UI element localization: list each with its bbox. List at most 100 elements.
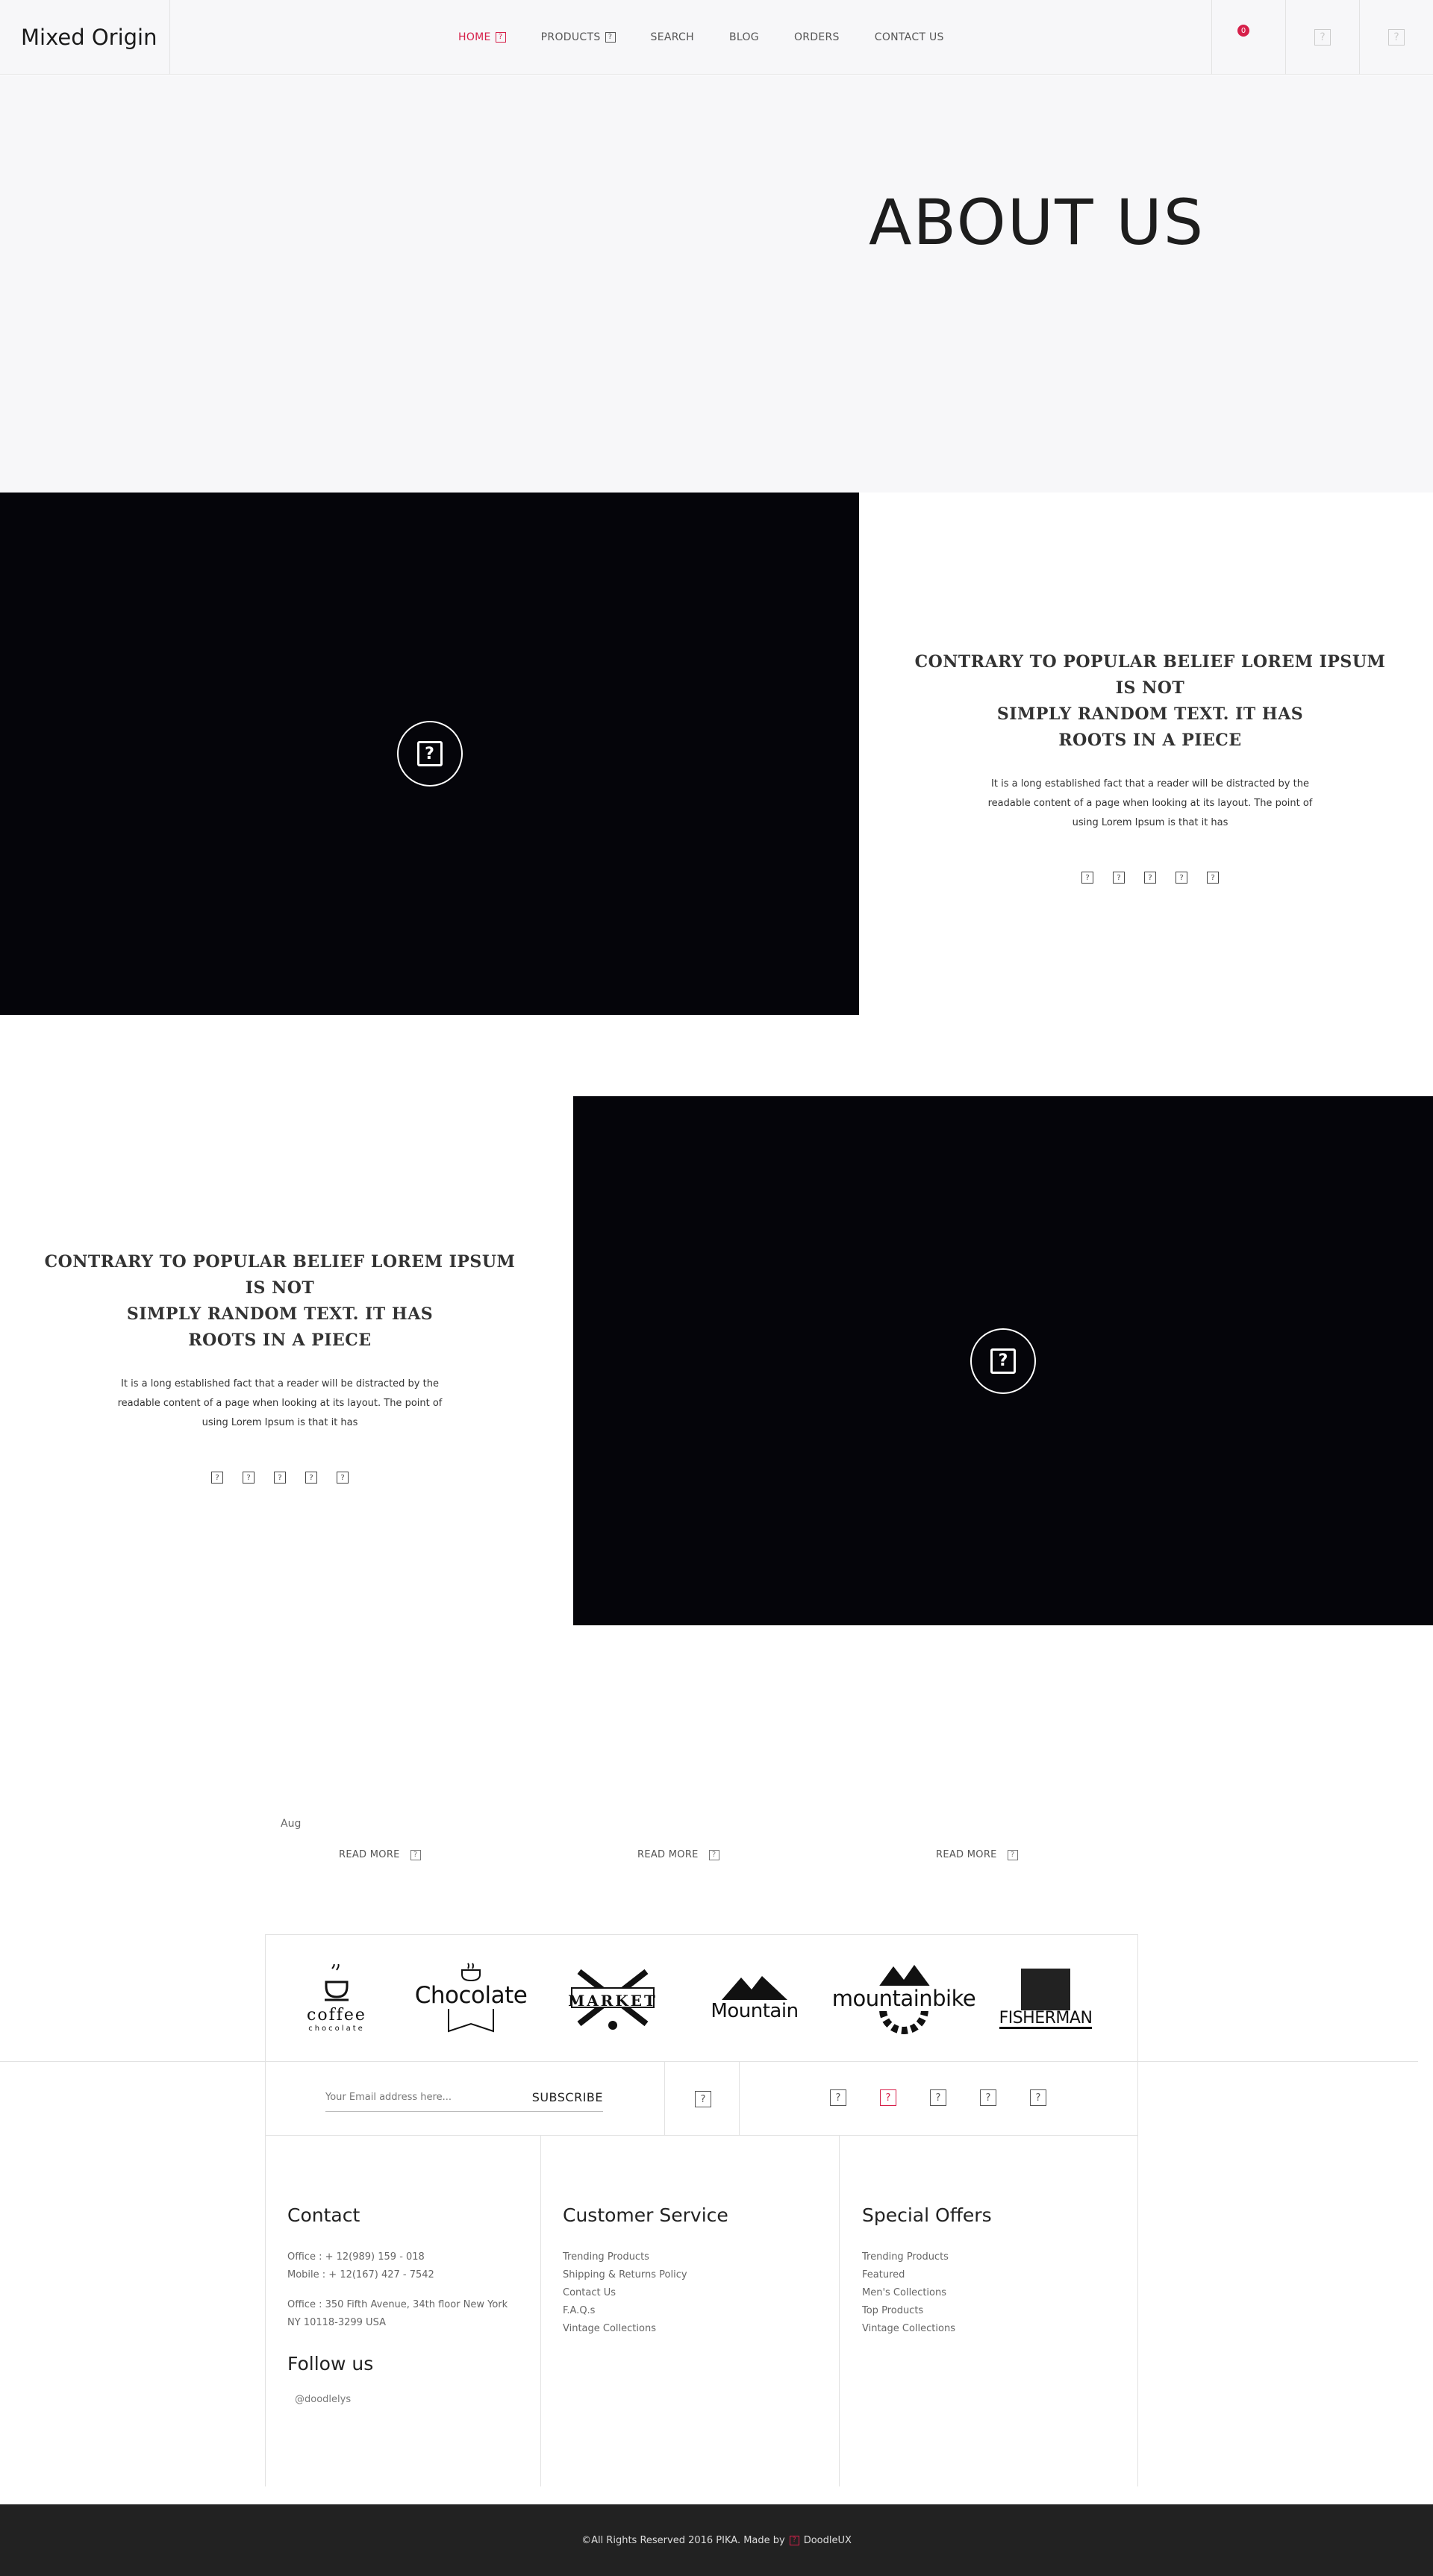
twitter-icon[interactable]: ? bbox=[1113, 872, 1125, 884]
mobile-phone: Mobile : + 12(167) 427 - 7542 bbox=[287, 2269, 434, 2280]
mail-icon[interactable]: ? bbox=[695, 2091, 711, 2107]
brand-logos: coffee chocolate Chocolate MARKET Mounta… bbox=[265, 1934, 1138, 2061]
footer-link[interactable]: Top Products bbox=[862, 2302, 992, 2320]
divider bbox=[664, 2061, 665, 2136]
coffee-cup-icon bbox=[325, 1964, 349, 2001]
mountain-peaks-icon bbox=[722, 1976, 787, 2000]
play-icon: ? bbox=[416, 741, 443, 766]
feature-heading-line: CONTRARY TO POPULAR BELIEF LOREM IPSUM I… bbox=[914, 652, 1386, 698]
facebook-icon[interactable]: ? bbox=[211, 1472, 223, 1484]
footer-link[interactable]: Men's Collections bbox=[862, 2284, 992, 2302]
read-more-label: READ MORE bbox=[637, 1849, 699, 1860]
newsletter-icon-wrap: ? bbox=[695, 2091, 711, 2107]
google-plus-icon[interactable]: ? bbox=[1207, 872, 1219, 884]
facebook-icon[interactable]: ? bbox=[1081, 872, 1093, 884]
heart-icon: ? bbox=[789, 2535, 799, 2545]
read-more-link[interactable]: READ MORE? bbox=[339, 1849, 421, 1860]
pinterest-icon[interactable]: ? bbox=[305, 1472, 317, 1484]
nav-search[interactable]: SEARCH bbox=[651, 31, 694, 43]
site-logo[interactable]: Mixed Origin bbox=[0, 0, 170, 75]
site-header: Mixed Origin HOME? PRODUCTS? SEARCH BLOG… bbox=[0, 0, 1433, 75]
nav-blog[interactable]: BLOG bbox=[729, 31, 759, 43]
products-dropdown-icon: ? bbox=[605, 32, 616, 43]
nav-products-label: PRODUCTS bbox=[540, 31, 601, 43]
cart-count-badge: 0 bbox=[1237, 25, 1249, 37]
email-input[interactable] bbox=[325, 2092, 505, 2103]
divider bbox=[739, 2061, 740, 2136]
footer-customer-service: Customer Service Trending Products Shipp… bbox=[563, 2204, 728, 2338]
page-title: ABOUT US bbox=[869, 186, 1205, 259]
author-link[interactable]: DoodleUX bbox=[804, 2535, 852, 2546]
arrow-right-icon: ? bbox=[708, 1849, 719, 1860]
footer-link[interactable]: Featured bbox=[862, 2266, 992, 2284]
twitter-icon[interactable]: ? bbox=[243, 1472, 255, 1484]
user-button[interactable]: ? bbox=[1285, 0, 1359, 75]
fisherman-emblem-icon bbox=[1021, 1968, 1070, 2015]
dribbble-icon[interactable]: ? bbox=[880, 2089, 896, 2106]
brand-logo-fisherman[interactable]: FISHERMAN bbox=[990, 1935, 1102, 2061]
brand-logo-chocolate[interactable]: Chocolate bbox=[408, 1935, 534, 2061]
brand-logo-mountainbike[interactable]: mountainbike bbox=[828, 1935, 979, 2061]
nav-products[interactable]: PRODUCTS? bbox=[541, 31, 616, 43]
facebook-icon[interactable]: ? bbox=[830, 2089, 846, 2106]
footer-link[interactable]: Trending Products bbox=[862, 2248, 992, 2266]
address-line: NY 10118-3299 USA bbox=[287, 2317, 386, 2328]
feature-heading-line: SIMPLY RANDOM TEXT. IT HAS bbox=[996, 704, 1304, 724]
feature-heading-line: ROOTS IN A PIECE bbox=[188, 1331, 372, 1350]
brand-logo-mountain[interactable]: Mountain bbox=[691, 1935, 818, 2061]
play-button[interactable]: ? bbox=[970, 1328, 1036, 1394]
google-plus-icon[interactable]: ? bbox=[1030, 2089, 1046, 2106]
social-links: ? ? ? ? ? bbox=[904, 872, 1396, 884]
nav-home[interactable]: HOME? bbox=[458, 31, 506, 43]
nav-home-label: HOME bbox=[458, 31, 491, 43]
menu-icon: ? bbox=[1388, 29, 1405, 46]
nav-contact[interactable]: CONTACT US bbox=[875, 31, 944, 43]
main-nav: HOME? PRODUCTS? SEARCH BLOG ORDERS CONTA… bbox=[458, 0, 979, 75]
home-dropdown-icon: ? bbox=[495, 32, 506, 43]
footer-link[interactable]: Contact Us bbox=[563, 2284, 728, 2302]
brand-name: FISHERMAN bbox=[999, 2008, 1093, 2029]
read-more-link[interactable]: READ MORE? bbox=[637, 1849, 719, 1860]
copyright-text: ©All Rights Reserved 2016 PIKA. Made by bbox=[581, 2534, 785, 2546]
feature-heading-line: CONTRARY TO POPULAR BELIEF LOREM IPSUM I… bbox=[44, 1252, 516, 1298]
feature-heading-line: ROOTS IN A PIECE bbox=[1058, 731, 1242, 750]
subscribe-button[interactable]: SUBSCRIBE bbox=[532, 2090, 603, 2104]
footer-contact: Contact Office : + 12(989) 159 - 018 Mob… bbox=[287, 2204, 508, 2405]
twitter-icon[interactable]: ? bbox=[930, 2089, 946, 2106]
pinterest-icon[interactable]: ? bbox=[1176, 872, 1187, 884]
brand-subname: chocolate bbox=[308, 2025, 365, 2033]
footer-heading: Special Offers bbox=[862, 2204, 992, 2226]
feature-heading-line: SIMPLY RANDOM TEXT. IT HAS bbox=[126, 1304, 434, 1324]
brand-logo-market[interactable]: MARKET bbox=[549, 1935, 676, 2061]
brand-name: MARKET bbox=[568, 1992, 658, 2010]
brand-name: coffee bbox=[307, 2006, 366, 2025]
cart-button[interactable]: 0 bbox=[1211, 0, 1285, 75]
instagram-icon[interactable]: ? bbox=[1144, 872, 1156, 884]
cup-icon bbox=[461, 1963, 481, 1982]
footer-link[interactable]: Trending Products bbox=[563, 2248, 728, 2266]
ribbon-icon bbox=[448, 2009, 494, 2033]
play-button[interactable]: ? bbox=[396, 721, 463, 787]
newsletter-form: SUBSCRIBE bbox=[325, 2083, 603, 2112]
menu-button[interactable]: ? bbox=[1359, 0, 1433, 75]
read-more-label: READ MORE bbox=[339, 1849, 400, 1860]
footer-link[interactable]: Shipping & Returns Policy bbox=[563, 2266, 728, 2284]
instagram-icon[interactable]: ? bbox=[980, 2089, 996, 2106]
divider bbox=[540, 2136, 541, 2486]
read-more-link[interactable]: READ MORE? bbox=[936, 1849, 1018, 1860]
divider bbox=[839, 2136, 840, 2486]
footer-link[interactable]: Vintage Collections bbox=[862, 2320, 992, 2338]
social-handle[interactable]: @doodlelys bbox=[287, 2394, 508, 2405]
footer-link[interactable]: Vintage Collections bbox=[563, 2320, 728, 2338]
footer-link[interactable]: F.A.Q.s bbox=[563, 2302, 728, 2320]
feature-video-1: ? bbox=[0, 493, 859, 1015]
google-plus-icon[interactable]: ? bbox=[337, 1472, 349, 1484]
footer-heading: Customer Service bbox=[563, 2204, 728, 2226]
brand-logo-coffee[interactable]: coffee chocolate bbox=[281, 1935, 393, 2061]
nav-orders[interactable]: ORDERS bbox=[794, 31, 840, 43]
footer-special-offers: Special Offers Trending Products Feature… bbox=[862, 2204, 992, 2338]
feature-heading: CONTRARY TO POPULAR BELIEF LOREM IPSUM I… bbox=[904, 649, 1396, 754]
instagram-icon[interactable]: ? bbox=[274, 1472, 286, 1484]
follow-heading: Follow us bbox=[287, 2353, 374, 2375]
brand-name: mountainbike bbox=[828, 1986, 979, 2011]
